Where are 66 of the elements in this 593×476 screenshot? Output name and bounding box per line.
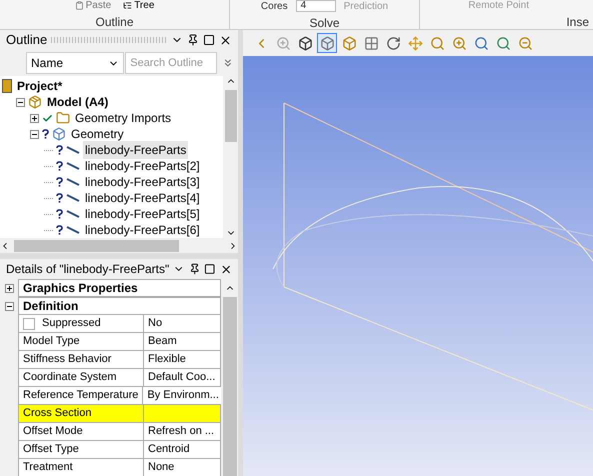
property-value[interactable]: None [144,459,221,476]
panel-title: Outline [6,31,48,50]
close-icon[interactable] [219,34,232,46]
property-value[interactable]: Beam [144,333,221,351]
property-value[interactable]: Refresh on ... [144,423,221,441]
ribbon-group-label: Outline [95,14,134,31]
tree-button[interactable]: Tree [123,0,154,11]
folder-icon [56,111,70,125]
line-body-icon [66,210,80,218]
clipboard-icon [74,1,84,10]
collapse-toggle[interactable] [16,98,25,106]
property-name: Treatment [18,459,144,476]
overflow-icon[interactable] [222,57,234,69]
model-icon [28,95,42,109]
property-value[interactable]: No [144,315,221,333]
tree-item[interactable]: linebody-FreeParts[4] [83,189,202,207]
tree-item[interactable]: linebody-FreeParts[2] [83,157,202,175]
property-name: Offset Mode [18,423,144,441]
property-name: Cross Section [18,405,144,423]
tree-icon [123,1,132,10]
maximize-icon[interactable] [204,263,216,275]
property-value[interactable]: Centroid [144,441,221,459]
ribbon-group-label: Inse [566,14,589,31]
cores-field[interactable]: 4 [296,0,336,12]
ribbon-group-label: Solve [309,15,340,32]
pin-icon[interactable] [188,263,200,275]
property-name: Model Type [18,333,144,351]
collapse-toggle[interactable] [30,130,39,138]
tree-item[interactable]: Geometry [69,125,126,143]
column-select[interactable]: Name [26,52,124,74]
property-name: Suppressed [18,315,144,333]
tree-item[interactable]: Model (A4) [45,93,110,111]
tree-item[interactable]: Project* [15,77,64,95]
property-value[interactable]: By Environm... [143,387,221,405]
pin-icon[interactable] [187,34,199,46]
checkbox[interactable] [23,318,35,330]
paste-button[interactable]: Paste [74,0,112,11]
book-icon [2,79,12,93]
line-body-icon [66,194,80,202]
horizontal-scrollbar[interactable] [0,238,238,253]
group-heading[interactable]: Definition [18,297,221,315]
cores-label: Cores [260,0,288,12]
property-name: Reference Temperature [18,387,144,405]
line-body-icon [66,226,80,234]
property-value[interactable]: Default Coo... [144,369,221,387]
search-field[interactable]: Search Outline [125,52,218,74]
tree-item[interactable]: linebody-FreeParts[6] [83,221,202,238]
maximize-icon[interactable] [203,34,215,46]
expand-toggle[interactable] [30,114,39,122]
line-body-icon [66,162,80,170]
collapse-toggle[interactable] [4,302,14,310]
group-heading[interactable]: Graphics Properties [18,279,221,297]
tree-item[interactable]: linebody-FreeParts[3] [83,173,202,191]
tree-item[interactable]: Geometry Imports [73,109,174,127]
property-name: Stiffness Behavior [18,351,144,369]
line-body-icon [66,178,80,186]
panel-title: Details of "linebody-FreeParts" [6,261,170,278]
property-name: Coordinate System [18,369,144,387]
tree-item[interactable]: linebody-FreeParts[5] [83,205,202,223]
expand-toggle[interactable] [4,284,14,292]
cubes-icon [52,127,66,141]
line-body-icon [66,146,80,154]
property-value[interactable]: Flexible [144,351,221,369]
property-name: Offset Type [18,441,144,459]
shaded-cube-icon[interactable] [317,33,337,53]
tree-item[interactable]: linebody-FreeParts [83,141,188,159]
